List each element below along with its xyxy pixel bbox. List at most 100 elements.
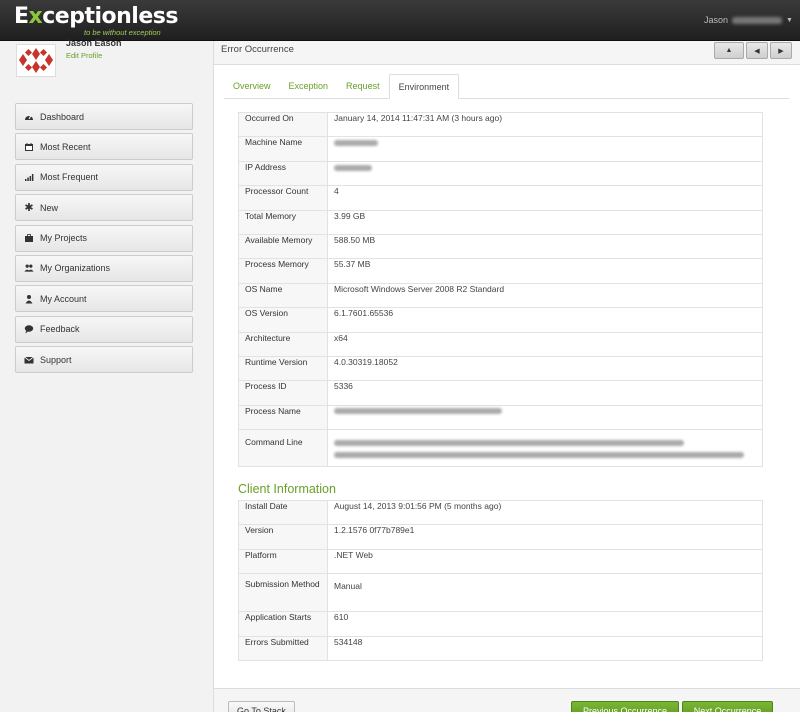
table-row: IP Address — [238, 160, 763, 187]
row-value: 3.99 GB — [327, 209, 763, 235]
row-key: Install Date — [238, 499, 328, 526]
triangle-left-icon: ◀ — [754, 47, 760, 55]
occurrence-tabs: Overview Exception Request Environment — [224, 74, 460, 99]
row-key: Errors Submitted — [238, 635, 328, 661]
row-value: x64 — [327, 331, 763, 357]
row-value: Microsoft Windows Server 2008 R2 Standar… — [327, 282, 763, 309]
tab-environment[interactable]: Environment — [388, 74, 460, 99]
row-value: 4.0.30319.18052 — [327, 355, 763, 382]
redacted-surname — [732, 16, 783, 24]
table-row: Process ID 5336 — [238, 380, 763, 406]
go-to-stack-button[interactable]: Go To Stack — [228, 701, 295, 712]
environment-table: Occurred On January 14, 2014 11:47:31 AM … — [238, 111, 763, 468]
row-key: Architecture — [238, 331, 328, 357]
sidebar-item-label: Dashboard — [40, 111, 85, 122]
edit-profile-link[interactable]: Edit Profile — [66, 51, 102, 60]
user-menu[interactable]: Jason ▼ — [704, 15, 793, 25]
envelope-icon — [24, 355, 34, 365]
row-value: 610 — [327, 611, 763, 637]
sidebar-item-label: My Projects — [40, 233, 88, 244]
dashboard-icon — [24, 112, 34, 122]
table-row: Process Name — [238, 404, 763, 431]
sidebar-item-label: Feedback — [40, 324, 80, 335]
table-row: Processor Count 4 — [238, 185, 763, 211]
row-key: Submission Method — [238, 573, 328, 613]
table-row: Architecture x64 — [238, 331, 763, 357]
logo-rest: ceptionless — [42, 4, 178, 29]
comment-icon — [24, 324, 34, 334]
sidebar-item-most-frequent[interactable]: Most Frequent — [15, 163, 193, 191]
row-value: 588.50 MB — [327, 233, 763, 260]
row-value: 5336 — [327, 380, 763, 406]
sidebar-item-label: My Account — [40, 293, 87, 304]
occurrence-pager: ▲ ◀ ▶ — [714, 42, 792, 59]
triangle-up-icon: ▲ — [725, 47, 733, 54]
profile-summary: Jason Eason Edit Profile — [14, 38, 204, 81]
sidebar-item-my-account[interactable]: My Account — [15, 285, 193, 313]
briefcase-icon — [24, 233, 34, 243]
row-value — [327, 404, 763, 431]
previous-occurrence-button[interactable]: Previous Occurrence — [571, 701, 679, 712]
row-key: Occurred On — [238, 111, 328, 138]
sidebar-item-my-organizations[interactable]: My Organizations — [15, 254, 193, 282]
table-row: Process Memory 55.37 MB — [238, 258, 763, 284]
row-key: Process Memory — [238, 258, 328, 284]
tab-overview[interactable]: Overview — [224, 74, 280, 99]
sidebar-item-feedback[interactable]: Feedback — [15, 315, 193, 343]
table-row: Machine Name — [238, 136, 763, 162]
next-arrow-button[interactable]: ▶ — [770, 42, 792, 59]
row-value: Manual — [327, 573, 763, 613]
user-icon — [24, 294, 34, 304]
row-key: Total Memory — [238, 209, 328, 235]
signal-bars-icon — [24, 172, 34, 182]
table-row: Version 1.2.1576 0f77b789e1 — [238, 524, 763, 550]
row-key: Processor Count — [238, 185, 328, 211]
asterisk-icon: ✱ — [24, 202, 34, 215]
top-navbar: Exceptionless to be without exception Ja… — [0, 0, 800, 41]
row-value — [327, 136, 763, 162]
error-occurrence-panel: Error Occurrence ▲ ◀ ▶ Overview Exceptio… — [213, 41, 800, 712]
user-name: Jason — [704, 15, 729, 25]
sidebar-item-dashboard[interactable]: Dashboard — [15, 103, 193, 130]
sidebar-item-new[interactable]: ✱ New — [15, 194, 193, 222]
row-value: .NET Web — [327, 548, 763, 575]
avatar[interactable] — [16, 44, 56, 77]
row-value: 1.2.1576 0f77b789e1 — [327, 524, 763, 550]
table-row: Total Memory 3.99 GB — [238, 209, 763, 235]
redacted-value — [334, 452, 744, 459]
table-row: Errors Submitted 534148 — [238, 635, 763, 661]
row-key: Available Memory — [238, 233, 328, 260]
sidebar-item-my-projects[interactable]: My Projects — [15, 224, 193, 252]
sidebar-nav: Dashboard Most Recent Most Frequent ✱ Ne… — [15, 103, 193, 377]
logo-prefix: E — [14, 4, 29, 29]
row-key: Runtime Version — [238, 355, 328, 382]
client-info-table: Install Date August 14, 2013 9:01:56 PM (… — [238, 499, 763, 661]
row-key: Machine Name — [238, 136, 328, 162]
previous-arrow-button[interactable]: ◀ — [746, 42, 768, 59]
tab-request[interactable]: Request — [337, 74, 389, 99]
next-occurrence-button[interactable]: Next Occurrence — [682, 701, 773, 712]
redacted-value — [334, 164, 372, 171]
row-key: OS Version — [238, 307, 328, 333]
sidebar-item-label: Support — [40, 354, 72, 365]
triangle-right-icon: ▶ — [778, 47, 784, 55]
calendar-icon — [24, 142, 34, 152]
tab-exception[interactable]: Exception — [280, 74, 338, 99]
sidebar-item-label: My Organizations — [40, 263, 111, 274]
table-row: OS Version 6.1.7601.65536 — [238, 307, 763, 333]
row-value: 55.37 MB — [327, 258, 763, 284]
row-value: 6.1.7601.65536 — [327, 307, 763, 333]
row-key: Application Starts — [238, 611, 328, 637]
sidebar-item-support[interactable]: Support — [15, 346, 193, 374]
go-up-button[interactable]: ▲ — [714, 42, 744, 59]
app-logo[interactable]: Exceptionless — [14, 6, 178, 28]
row-key: Process Name — [238, 404, 328, 431]
row-key: Version — [238, 524, 328, 550]
sidebar-item-most-recent[interactable]: Most Recent — [15, 133, 193, 161]
row-value: 4 — [327, 185, 763, 211]
sidebar-item-label: New — [40, 202, 59, 213]
panel-footer: Go To Stack Previous Occurrence Next Occ… — [214, 688, 800, 712]
row-key: OS Name — [238, 282, 328, 309]
table-row: Command Line — [238, 429, 763, 468]
row-key: IP Address — [238, 160, 328, 187]
